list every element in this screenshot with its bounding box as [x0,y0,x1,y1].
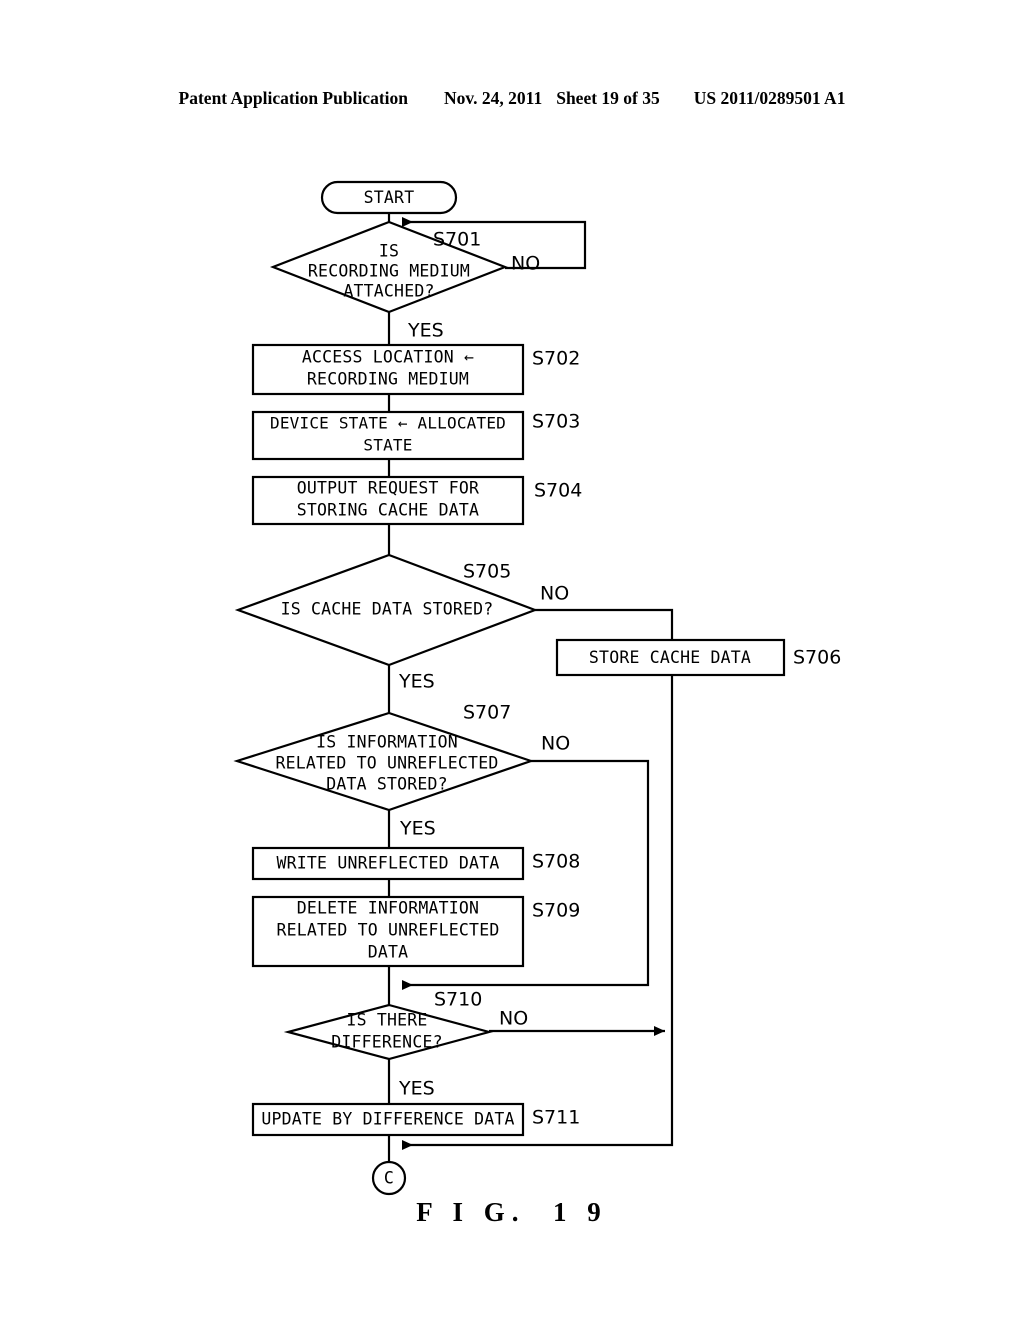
s710-branch-yes: YES [398,1078,435,1100]
s711-text-line-1: UPDATE BY DIFFERENCE DATA [261,1110,514,1129]
s705-text-line-1: IS CACHE DATA STORED? [281,600,494,619]
s709-text-line-1: DELETE INFORMATION [297,899,479,918]
s707-text-line-2: RELATED TO UNREFLECTED [276,754,499,773]
patent-figure-page: Patent Application Publication Nov. 24, … [0,0,1024,1320]
s702-text-line-2: RECORDING MEDIUM [307,370,469,389]
s703-text-line-1: DEVICE STATE ← ALLOCATED [270,414,506,433]
node-s705: IS CACHE DATA STORED? S705 NO YES [234,553,569,693]
s701-step-label: S701 [433,229,481,251]
s708-text-line-1: WRITE UNREFLECTED DATA [277,854,500,873]
s706-text-line-1: STORE CACHE DATA [589,648,751,667]
node-start: START [320,180,458,215]
s703-text-line-2: STATE [363,436,412,455]
s705-branch-yes: YES [398,671,435,693]
start-label: START [364,188,415,207]
s710-text-line-2: DIFFERENCE? [331,1033,442,1052]
node-s702: ACCESS LOCATION ← RECORDING MEDIUM S702 [251,343,580,396]
node-s704: OUTPUT REQUEST FOR STORING CACHE DATA S7… [251,475,582,526]
s701-text-line-3: ATTACHED? [343,282,434,301]
flowchart-diagram: START IS RECORDING MEDIUM ATTACHED? S701… [233,180,841,1196]
connector-c-label: C [384,1169,394,1188]
s707-step-label: S707 [463,702,511,724]
s701-branch-yes: YES [407,320,444,342]
s709-text-line-2: RELATED TO UNREFLECTED [277,921,500,940]
s704-text-line-1: OUTPUT REQUEST FOR [297,479,479,498]
s709-step-label: S709 [532,900,580,922]
node-s703: DEVICE STATE ← ALLOCATED STATE S703 [251,411,580,461]
node-s706: STORE CACHE DATA S706 [555,638,841,677]
s701-branch-no: NO [511,253,540,275]
node-s709: DELETE INFORMATION RELATED TO UNREFLECTE… [251,895,580,968]
s701-text-line-2: RECORDING MEDIUM [308,262,470,281]
s711-step-label: S711 [532,1107,580,1129]
s701-text-line-1: IS [379,242,399,261]
node-s701: IS RECORDING MEDIUM ATTACHED? S701 NO YE… [269,220,540,342]
s707-text-line-1: IS INFORMATION [316,733,458,752]
s705-branch-no: NO [540,583,569,605]
s704-step-label: S704 [534,480,582,502]
s707-text-line-3: DATA STORED? [326,775,448,794]
s706-step-label: S706 [793,647,841,669]
s702-step-label: S702 [532,348,580,370]
s705-step-label: S705 [463,561,511,583]
node-s710: IS THERE DIFFERENCE? S710 NO YES [283,989,528,1100]
node-s707: IS INFORMATION RELATED TO UNREFLECTED DA… [233,702,570,840]
edge-s705-no-to-s706 [535,608,674,640]
figure-caption: F I G. 1 9 [416,1197,608,1227]
node-s711: UPDATE BY DIFFERENCE DATA S711 [251,1102,580,1137]
s710-step-label: S710 [434,989,482,1011]
node-s708: WRITE UNREFLECTED DATA S708 [251,846,580,881]
s707-branch-no: NO [541,733,570,755]
s704-text-line-2: STORING CACHE DATA [297,501,479,520]
s703-step-label: S703 [532,411,580,433]
s710-branch-no: NO [499,1008,528,1030]
s709-text-line-3: DATA [368,943,409,962]
s710-text-line-1: IS THERE [346,1011,427,1030]
s702-text-line-1: ACCESS LOCATION ← [302,348,474,367]
s708-step-label: S708 [532,851,580,873]
s707-branch-yes: YES [399,818,436,840]
node-connector-c: C [371,1160,407,1196]
